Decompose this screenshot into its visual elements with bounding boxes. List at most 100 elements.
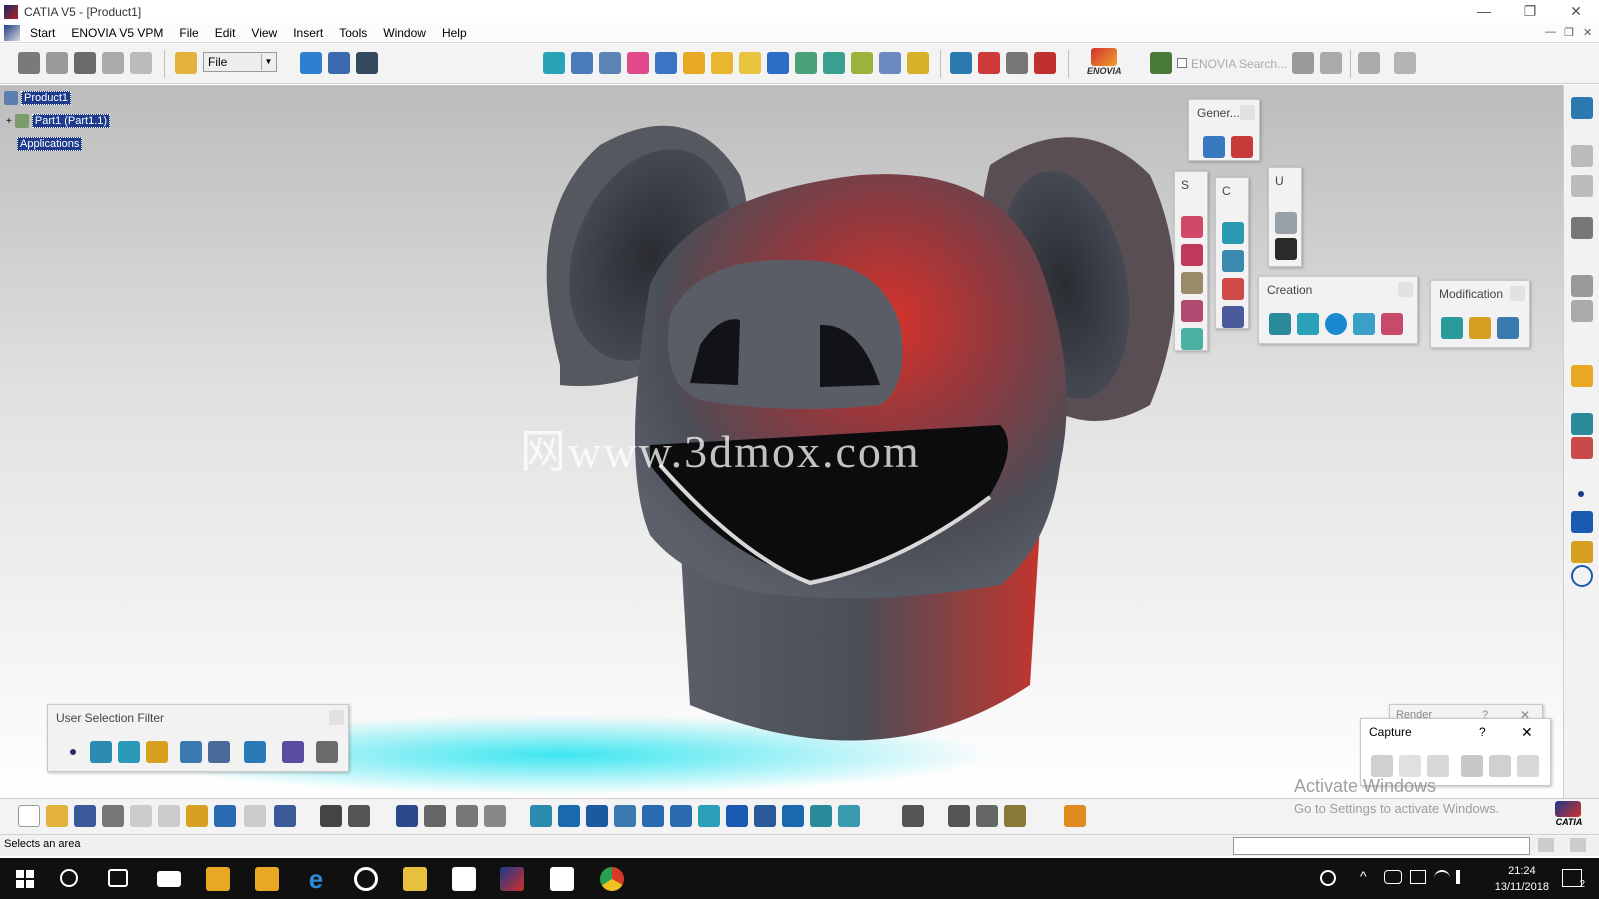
store-icon[interactable]: [206, 867, 230, 891]
dots-pattern-icon[interactable]: [1222, 278, 1244, 300]
whats-this-icon[interactable]: [356, 52, 378, 74]
menu-enovia[interactable]: ENOVIA V5 VPM: [63, 26, 171, 40]
cube-icon[interactable]: [1181, 244, 1203, 266]
s-toolbar[interactable]: S: [1174, 171, 1208, 351]
circle-icon[interactable]: [1571, 565, 1593, 587]
fly-mode-icon[interactable]: [530, 805, 552, 827]
replace-component-icon[interactable]: [130, 52, 152, 74]
status-icon-1[interactable]: [1538, 838, 1554, 852]
product-icon[interactable]: [18, 52, 40, 74]
spline-icon[interactable]: [711, 52, 733, 74]
copy-icon[interactable]: [158, 805, 180, 827]
open-folder-icon[interactable]: [175, 52, 197, 74]
enovia-save-icon[interactable]: [1320, 52, 1342, 74]
restore-button[interactable]: ❐: [1507, 0, 1553, 23]
line-icon[interactable]: [1571, 511, 1593, 533]
pencil-icon[interactable]: [1469, 317, 1491, 339]
search-icon[interactable]: [60, 869, 78, 887]
menu-view[interactable]: View: [243, 26, 285, 40]
feature-filter-icon[interactable]: [180, 741, 202, 763]
symmetry-icon[interactable]: [795, 52, 817, 74]
zoom-out-icon[interactable]: [670, 805, 692, 827]
keyboard-icon[interactable]: [1410, 870, 1426, 884]
surface-filter-icon[interactable]: [118, 741, 140, 763]
tool-delete-icon[interactable]: [1181, 328, 1203, 350]
hand-cursor-icon[interactable]: [1275, 238, 1297, 260]
user-selection-filter-toolbar[interactable]: User Selection Filter: [47, 704, 349, 772]
app-circle-icon[interactable]: [354, 867, 378, 891]
enovia-logo[interactable]: ENOVIA: [1087, 48, 1133, 80]
box-icon[interactable]: [571, 52, 593, 74]
feature-filter-2-icon[interactable]: [208, 741, 230, 763]
component-icon[interactable]: [74, 52, 96, 74]
capture-options-icon[interactable]: [1427, 755, 1449, 777]
shading-icon[interactable]: [782, 805, 804, 827]
enovia-options-icon[interactable]: [1292, 52, 1314, 74]
menu-file[interactable]: File: [171, 26, 206, 40]
chevron-up-icon[interactable]: ^: [1360, 868, 1367, 884]
mdi-restore-button[interactable]: ❐: [1564, 26, 1574, 39]
sphere-icon[interactable]: [1325, 313, 1347, 335]
wifi-icon[interactable]: [1434, 870, 1450, 884]
paste-icon[interactable]: [186, 805, 208, 827]
task-view-icon[interactable]: [108, 869, 128, 887]
workbench-icon[interactable]: [1571, 97, 1593, 119]
pattern-icon[interactable]: [767, 52, 789, 74]
measure-between-icon[interactable]: [948, 805, 970, 827]
capture-select-icon[interactable]: [1399, 755, 1421, 777]
tree-root-product[interactable]: Product1: [4, 90, 72, 106]
loft-icon[interactable]: [655, 52, 677, 74]
eye-icon[interactable]: [1571, 413, 1593, 435]
arrow-icon[interactable]: [1269, 313, 1291, 335]
windows-start-icon[interactable]: [16, 870, 34, 888]
porcupine-icon[interactable]: [1034, 52, 1056, 74]
menu-insert[interactable]: Insert: [285, 26, 331, 40]
cylinder-icon[interactable]: [599, 52, 621, 74]
part-icon[interactable]: [46, 52, 68, 74]
torus-icon[interactable]: [1353, 313, 1375, 335]
redo-icon[interactable]: [244, 805, 266, 827]
analysis-icon[interactable]: [1571, 217, 1593, 239]
menu-tools[interactable]: Tools: [331, 26, 375, 40]
trap-icon[interactable]: [244, 741, 266, 763]
menu-help[interactable]: Help: [434, 26, 475, 40]
minimize-button[interactable]: —: [1461, 0, 1507, 23]
existing-component-icon[interactable]: [102, 52, 124, 74]
close-icon[interactable]: [1398, 282, 1413, 297]
cloud-icon[interactable]: [1384, 870, 1402, 884]
sync-icon[interactable]: [1358, 52, 1380, 74]
tree-item-part[interactable]: + Part1 (Part1.1): [6, 113, 111, 129]
enovia-search-checkbox[interactable]: [1177, 58, 1187, 68]
cone-icon[interactable]: [1381, 313, 1403, 335]
box-edit-icon[interactable]: [1181, 300, 1203, 322]
draft-analysis-icon[interactable]: [950, 52, 972, 74]
tree-select-icon[interactable]: [1203, 136, 1225, 158]
point-icon[interactable]: [1578, 491, 1584, 497]
mail-icon[interactable]: [157, 871, 181, 887]
menu-edit[interactable]: Edit: [207, 26, 244, 40]
capture-image-icon[interactable]: [1489, 755, 1511, 777]
surface-icon[interactable]: [1222, 222, 1244, 244]
shape-library-icon[interactable]: [456, 805, 478, 827]
formula-icon[interactable]: [320, 805, 342, 827]
intersect-trap-icon[interactable]: [282, 741, 304, 763]
people-icon[interactable]: [1320, 870, 1336, 886]
undo-icon[interactable]: [214, 805, 236, 827]
snap-icon[interactable]: [1571, 300, 1593, 322]
capture-help[interactable]: ?: [1479, 725, 1486, 739]
constraint-icon[interactable]: [1571, 145, 1593, 167]
general-toolbar[interactable]: Gener...: [1188, 99, 1260, 161]
fit-all-icon[interactable]: [558, 805, 580, 827]
constraint-2-icon[interactable]: [1571, 175, 1593, 197]
rulers-icon[interactable]: [1181, 272, 1203, 294]
notification-center-icon[interactable]: 2: [1562, 869, 1585, 890]
point-icon[interactable]: [739, 52, 761, 74]
iso-view-icon[interactable]: [754, 805, 776, 827]
swap-space-icon[interactable]: [838, 805, 860, 827]
curve-icon[interactable]: [683, 52, 705, 74]
shape-icon[interactable]: [1222, 250, 1244, 272]
close-icon[interactable]: [1510, 286, 1525, 301]
enovia-connect-icon[interactable]: [1150, 52, 1172, 74]
capture-album-icon[interactable]: [1461, 755, 1483, 777]
video-editor-icon[interactable]: [550, 867, 574, 891]
